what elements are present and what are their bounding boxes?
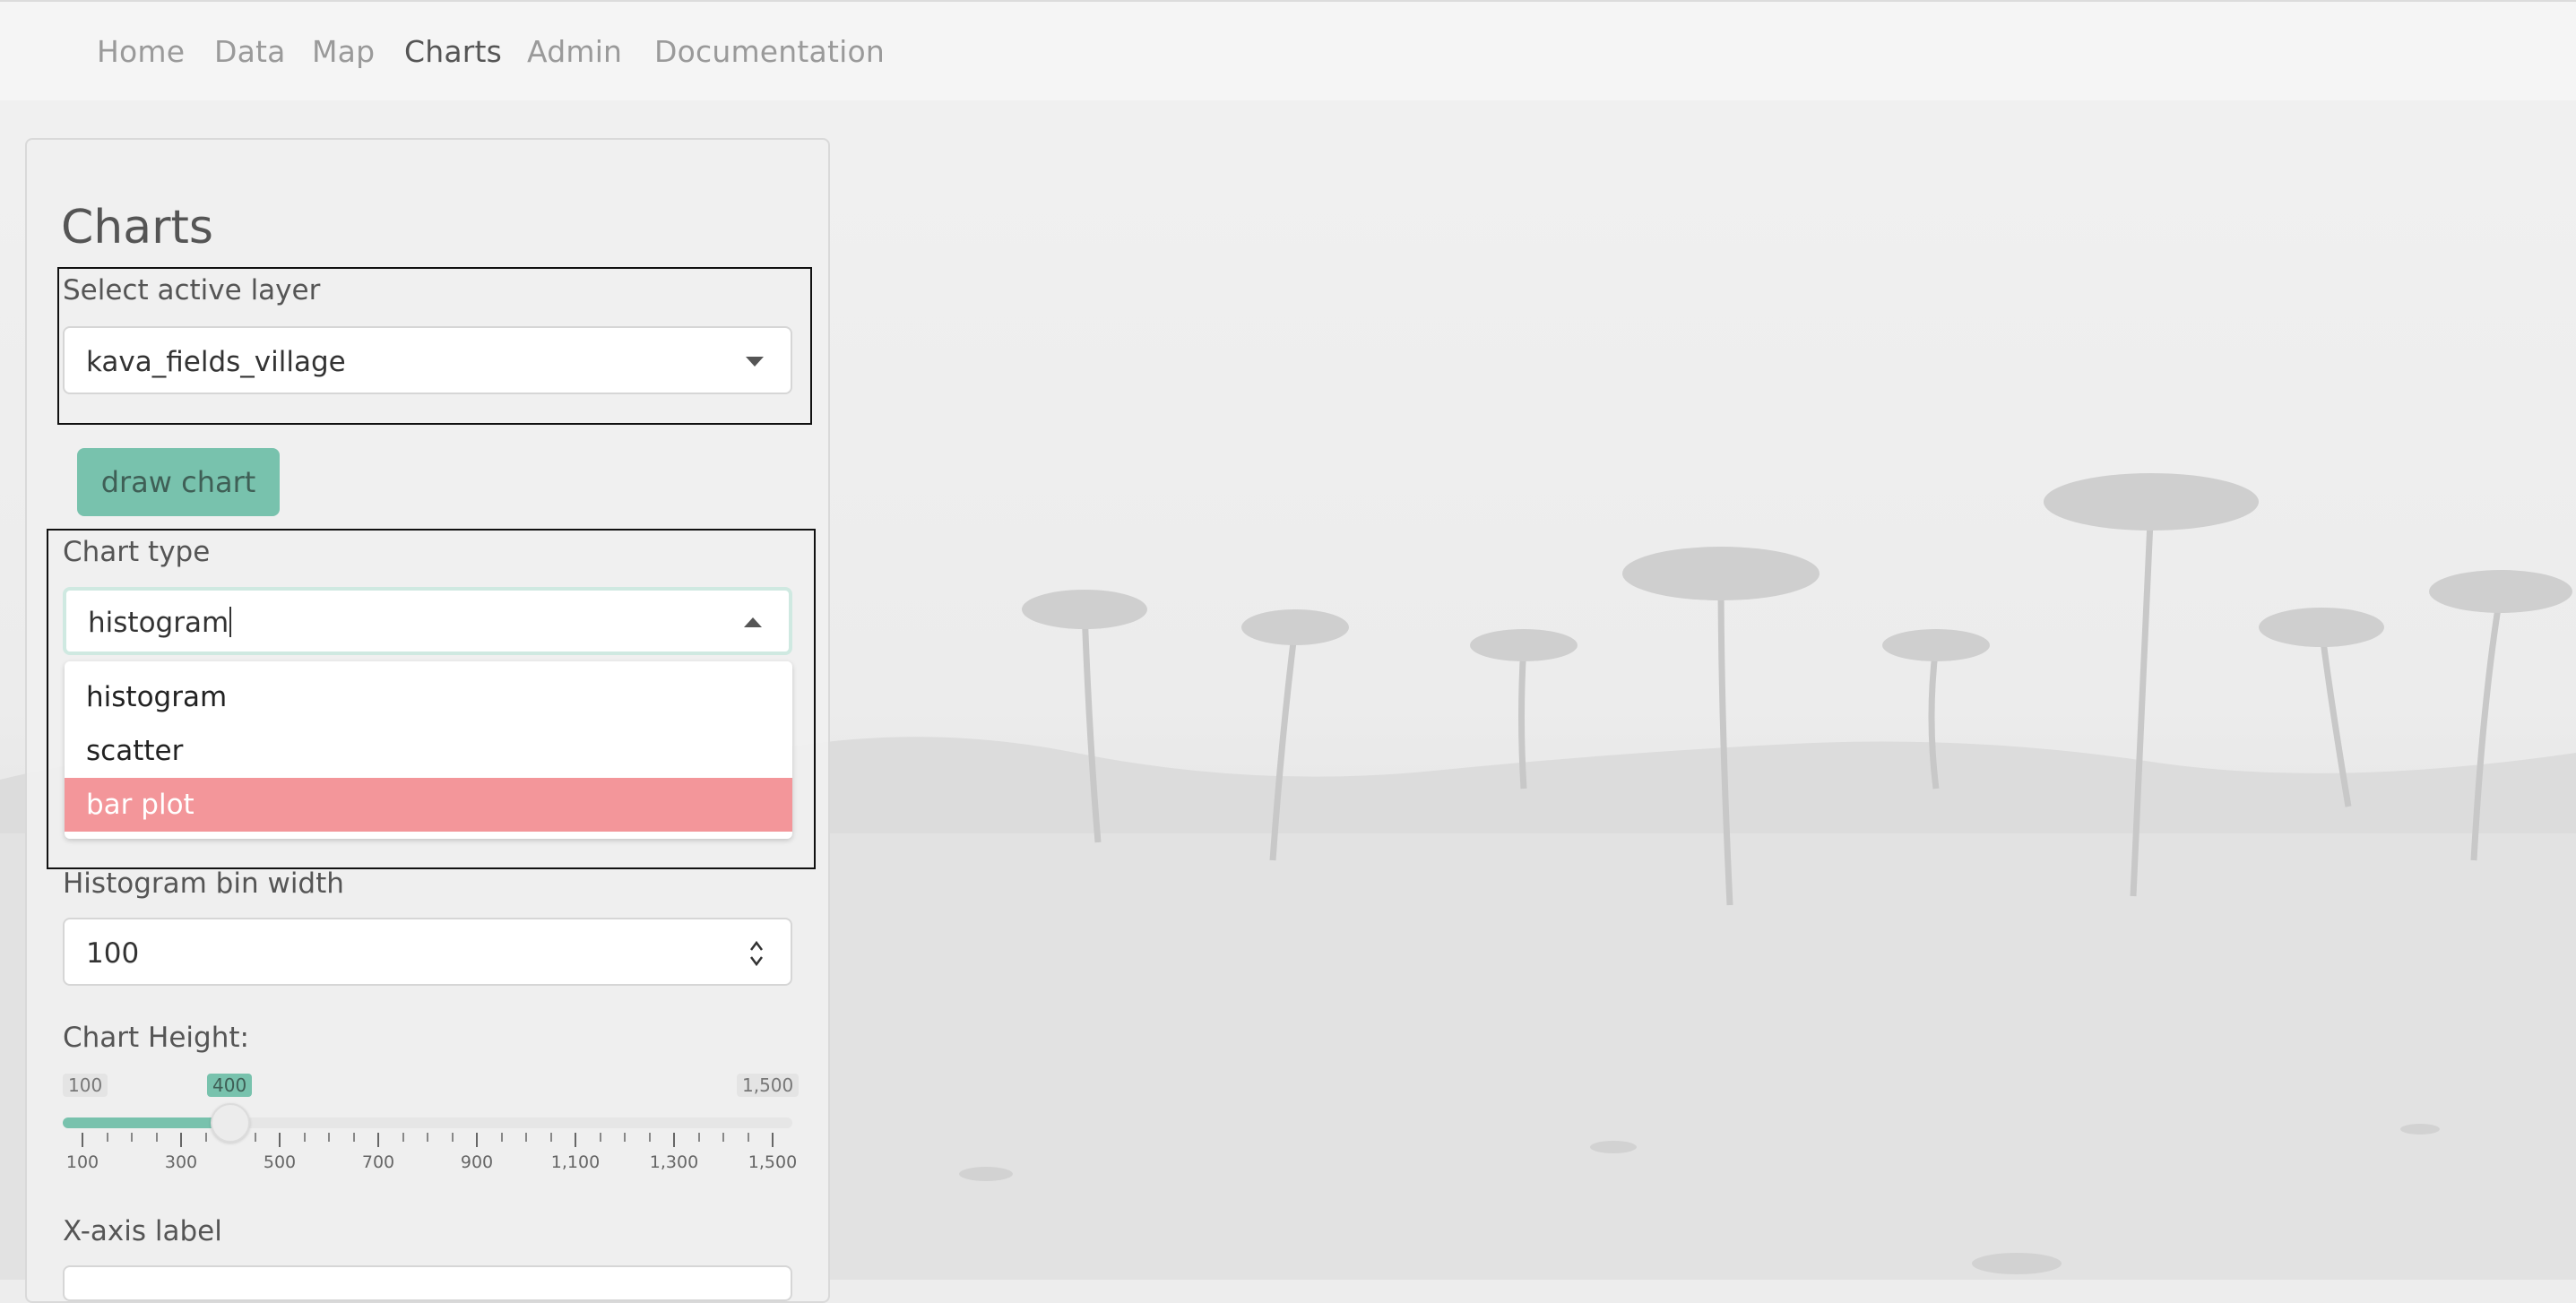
layer-select-value: kava_fields_village: [86, 346, 346, 378]
bin-width-label: Histogram bin width: [63, 867, 344, 900]
nav-charts[interactable]: Charts: [404, 34, 502, 69]
slider-minor-tick: [204, 1133, 207, 1142]
slider-min-badge: 100: [63, 1074, 108, 1097]
nav-map[interactable]: Map: [312, 34, 375, 69]
slider-tick: [180, 1133, 182, 1147]
chevron-down-icon: [746, 357, 764, 367]
slider-tick: [82, 1133, 83, 1147]
slider-minor-tick: [747, 1133, 749, 1142]
layer-select-label: Select active layer: [63, 274, 321, 306]
slider-tick-label: 300: [164, 1152, 198, 1172]
draw-chart-button[interactable]: draw chart: [77, 448, 280, 516]
slider-tick-label: 700: [361, 1152, 395, 1172]
layer-select[interactable]: kava_fields_village: [63, 326, 792, 394]
slider-minor-tick: [352, 1133, 355, 1142]
slider-tick: [772, 1133, 774, 1147]
slider-minor-tick: [624, 1133, 626, 1142]
slider-tick-label: 1,300: [649, 1152, 699, 1172]
slider-minor-tick: [697, 1133, 700, 1142]
slider-minor-tick: [549, 1133, 552, 1142]
nav-home[interactable]: Home: [97, 34, 185, 69]
slider-current-badge: 400: [207, 1074, 253, 1097]
slider-tick: [575, 1133, 576, 1147]
top-navbar: Home Data Map Charts Admin Documentation: [0, 0, 2576, 100]
slider-fill: [63, 1117, 230, 1128]
text-cursor: [229, 607, 232, 637]
chart-height-label: Chart Height:: [63, 1022, 249, 1054]
slider-tick-label: 900: [460, 1152, 494, 1172]
slider-minor-tick: [722, 1133, 724, 1142]
chart-type-label: Chart type: [63, 536, 211, 568]
slider-tick: [476, 1133, 478, 1147]
bin-width-input[interactable]: 100: [63, 918, 792, 986]
slider-tick-label: 100: [65, 1152, 99, 1172]
slider-minor-tick: [303, 1133, 306, 1142]
chart-type-select[interactable]: histogram: [63, 587, 792, 655]
slider-minor-tick: [525, 1133, 527, 1142]
chevron-up-icon: [744, 617, 762, 627]
slider-tick-label: 1,500: [748, 1152, 798, 1172]
slider-minor-tick: [648, 1133, 651, 1142]
nav-admin[interactable]: Admin: [527, 34, 622, 69]
slider-minor-tick: [427, 1133, 428, 1142]
option-scatter[interactable]: scatter: [65, 724, 792, 778]
slider-tick: [279, 1133, 281, 1147]
option-bar-plot[interactable]: bar plot: [65, 778, 792, 832]
slider-handle[interactable]: [211, 1103, 250, 1143]
spinner-icon[interactable]: [748, 937, 765, 970]
slider-minor-tick: [451, 1133, 454, 1142]
slider-tick-label: 1,100: [550, 1152, 601, 1172]
option-histogram[interactable]: histogram: [65, 670, 792, 724]
slider-tick: [377, 1133, 379, 1147]
panel-title: Charts: [61, 201, 213, 255]
xaxis-label-input[interactable]: [63, 1265, 792, 1301]
slider-tick-label: 500: [263, 1152, 297, 1172]
nav-data[interactable]: Data: [214, 34, 286, 69]
slider-minor-tick: [106, 1133, 108, 1142]
slider-minor-tick: [328, 1133, 330, 1142]
slider-minor-tick: [599, 1133, 601, 1142]
slider-minor-tick: [500, 1133, 503, 1142]
nav-documentation[interactable]: Documentation: [654, 34, 885, 69]
chart-type-value: histogram: [88, 607, 229, 639]
slider-minor-tick: [402, 1133, 404, 1142]
chart-type-dropdown: histogram scatter bar plot: [65, 661, 792, 839]
slider-minor-tick: [254, 1133, 256, 1142]
slider-tick: [673, 1133, 675, 1147]
xaxis-label-label: X-axis label: [63, 1215, 222, 1247]
slider-max-badge: 1,500: [737, 1074, 800, 1097]
slider-minor-tick: [155, 1133, 158, 1142]
bin-width-value: 100: [86, 937, 140, 970]
slider-minor-tick: [131, 1133, 133, 1142]
